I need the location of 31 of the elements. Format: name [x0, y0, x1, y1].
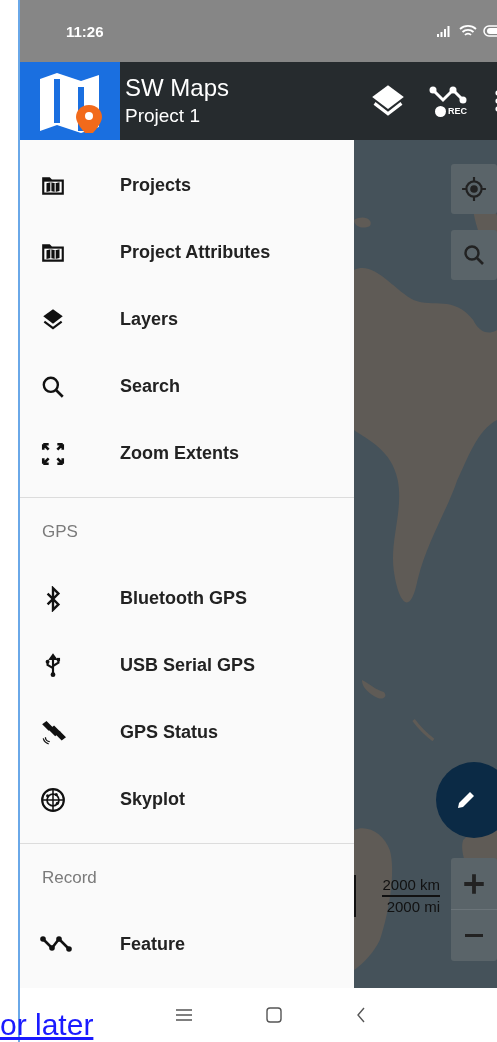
expand-arrows-icon	[40, 440, 66, 467]
search-icon	[462, 243, 486, 267]
section-header: Record	[41, 866, 98, 889]
menu-item[interactable]: Skyplot	[20, 766, 354, 833]
clock: 11:26	[66, 22, 104, 40]
menu-icon[interactable]	[175, 1009, 192, 1021]
menu-item[interactable]: Project Attributes	[20, 219, 354, 286]
skyplot-icon	[40, 786, 66, 813]
menu-item[interactable]: Layers	[20, 286, 354, 353]
signal-icon	[437, 25, 453, 37]
record-button[interactable]: REC	[429, 85, 473, 117]
crosshair-icon	[461, 176, 487, 202]
project-name: Project 1	[125, 104, 201, 128]
back-icon[interactable]	[355, 1007, 366, 1023]
menu-item[interactable]: Projects	[20, 152, 354, 219]
app-title: SW Maps	[125, 73, 229, 103]
home-icon[interactable]	[265, 1007, 282, 1023]
search-button[interactable]	[451, 230, 497, 280]
scale-bar: 2000 km 2000 mi	[354, 875, 440, 917]
wifi-icon	[459, 24, 477, 38]
polyline-icon	[40, 934, 74, 955]
menu-item[interactable]: USB Serial GPS	[20, 632, 354, 699]
menu-item[interactable]: Bluetooth GPS	[20, 565, 354, 632]
menu-item[interactable]: Feature	[20, 911, 354, 978]
satellite-icon	[40, 719, 66, 746]
menu-item[interactable]: GPS Status	[20, 699, 354, 766]
section-header: GPS	[41, 520, 79, 543]
my-location-button[interactable]	[451, 164, 497, 214]
minus-icon	[464, 934, 484, 937]
menu-item[interactable]: Search	[20, 353, 354, 420]
menu-item[interactable]: Zoom Extents	[20, 420, 354, 487]
